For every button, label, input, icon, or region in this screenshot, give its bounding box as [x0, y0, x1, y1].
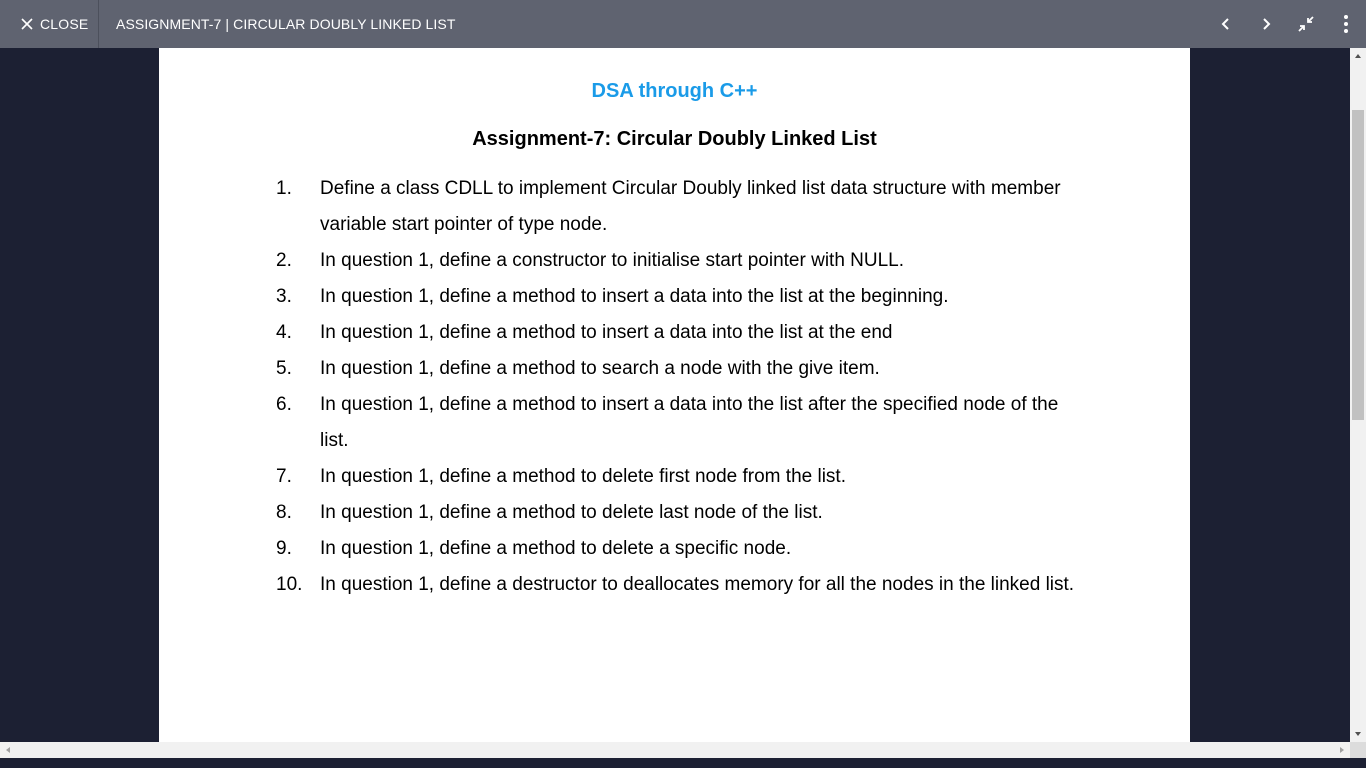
question-item: 4. In question 1, define a method to inse…	[276, 315, 1076, 351]
close-label: CLOSE	[40, 16, 89, 32]
question-text: In question 1, define a constructor to i…	[320, 250, 905, 271]
question-item: 10. In question 1, define a destructor to…	[276, 567, 1076, 603]
vertical-scroll-thumb[interactable]	[1352, 110, 1364, 420]
question-item: 2. In question 1, define a constructor to…	[276, 243, 1076, 279]
question-number: 10.	[276, 574, 303, 595]
question-number: 7.	[276, 466, 292, 487]
question-item: 1. Define a class CDLL to implement Circu…	[276, 171, 1076, 243]
close-icon	[21, 18, 33, 30]
question-text: In question 1, define a method to insert…	[320, 322, 893, 343]
next-icon	[1263, 18, 1271, 30]
exit-fullscreen-icon	[1298, 16, 1314, 32]
question-text: In question 1, define a method to insert…	[320, 286, 949, 307]
horizontal-scrollbar[interactable]	[0, 742, 1350, 758]
scrollbar-corner	[1350, 742, 1366, 758]
previous-icon	[1221, 18, 1229, 30]
question-item: 8. In question 1, define a method to dele…	[276, 495, 1076, 531]
scroll-up-icon[interactable]	[1350, 48, 1366, 64]
question-item: 9. In question 1, define a method to dele…	[276, 531, 1076, 567]
question-item: 5. In question 1, define a method to sear…	[276, 351, 1076, 387]
question-number: 2.	[276, 250, 292, 271]
question-item: 3. In question 1, define a method to inse…	[276, 279, 1076, 315]
document-title: ASSIGNMENT-7 | CIRCULAR DOUBLY LINKED LI…	[116, 16, 456, 32]
question-item: 7. In question 1, define a method to dele…	[276, 459, 1076, 495]
previous-button[interactable]	[1206, 0, 1246, 48]
subject-heading: DSA through C++	[591, 80, 758, 102]
question-number: 5.	[276, 358, 292, 379]
scroll-down-icon[interactable]	[1350, 726, 1366, 742]
assignment-title: Assignment-7: Circular Doubly Linked Lis…	[472, 128, 877, 150]
question-number: 8.	[276, 502, 292, 523]
viewer-toolbar: CLOSE ASSIGNMENT-7 | CIRCULAR DOUBLY LIN…	[0, 0, 1366, 48]
scroll-right-icon[interactable]	[1334, 742, 1350, 758]
close-button[interactable]: CLOSE	[0, 0, 99, 48]
next-button[interactable]	[1246, 0, 1286, 48]
more-options-button[interactable]	[1326, 0, 1366, 48]
question-text: In question 1, define a method to delete…	[320, 502, 823, 523]
question-number: 3.	[276, 286, 292, 307]
document-page: DSA through C++ Assignment-7: Circular D…	[159, 48, 1190, 742]
question-number: 1.	[276, 178, 292, 199]
question-number: 6.	[276, 394, 292, 415]
question-text: In question 1, define a method to delete…	[320, 538, 792, 559]
document-viewer: DSA through C++ Assignment-7: Circular D…	[0, 48, 1350, 742]
question-item: 6. In question 1, define a method to inse…	[276, 387, 1076, 459]
question-text: In question 1, define a method to search…	[320, 358, 880, 379]
question-number: 9.	[276, 538, 292, 559]
more-options-icon	[1344, 15, 1348, 33]
question-list: 1. Define a class CDLL to implement Circu…	[276, 171, 1076, 603]
bottom-strip	[0, 758, 1366, 768]
exit-fullscreen-button[interactable]	[1286, 0, 1326, 48]
question-text: Define a class CDLL to implement Circula…	[320, 178, 1061, 235]
question-number: 4.	[276, 322, 292, 343]
scroll-left-icon[interactable]	[0, 742, 16, 758]
question-text: In question 1, define a method to delete…	[320, 466, 846, 487]
question-text: In question 1, define a destructor to de…	[320, 574, 1075, 595]
question-text: In question 1, define a method to insert…	[320, 394, 1059, 451]
